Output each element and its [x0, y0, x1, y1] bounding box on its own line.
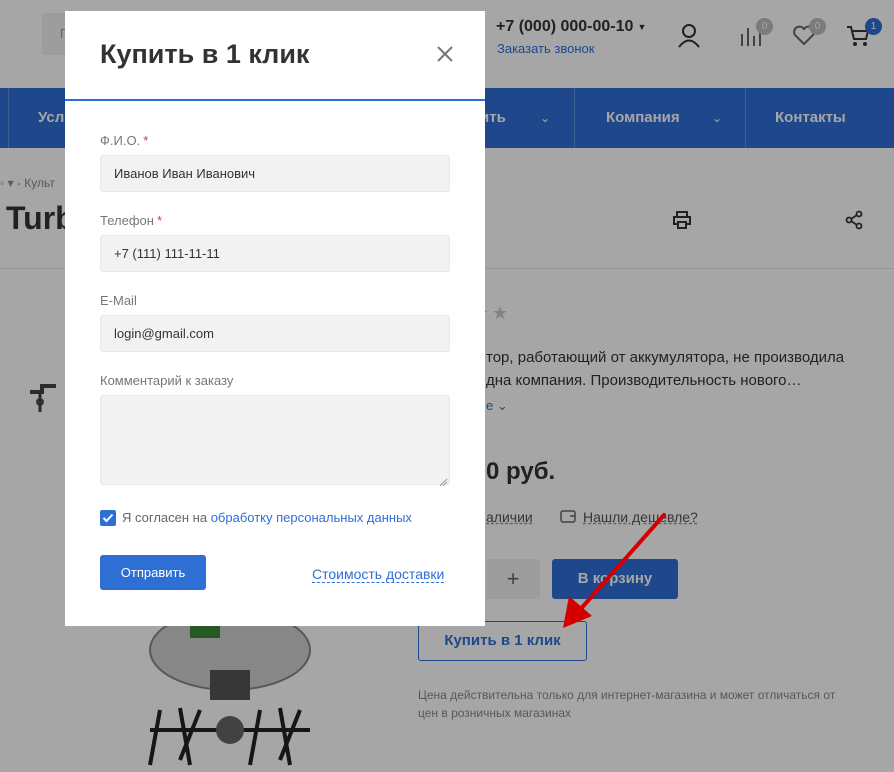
name-label-text: Ф.И.О. — [100, 133, 141, 148]
phone-label: Телефон * — [100, 213, 162, 228]
modal-title: Купить в 1 клик — [100, 39, 310, 69]
phone-label-text: Телефон — [100, 213, 154, 228]
submit-button[interactable]: Отправить — [100, 555, 206, 590]
email-field[interactable]: login@gmail.com — [100, 315, 450, 352]
comment-label: Комментарий к заказу — [100, 373, 234, 388]
consent-text: Я согласен на обработку персональных дан… — [122, 510, 412, 525]
close-icon[interactable] — [433, 42, 457, 66]
modal-header: Купить в 1 клик — [65, 11, 485, 101]
email-label: E-Mail — [100, 293, 137, 308]
resize-grip-icon[interactable] — [439, 474, 448, 487]
comment-textarea[interactable] — [100, 395, 450, 485]
consent-checkbox[interactable] — [100, 510, 116, 526]
buy-one-click-modal: Купить в 1 клик Ф.И.О. * Иванов Иван Иван… — [65, 11, 485, 626]
privacy-policy-link[interactable]: обработку персональных данных — [211, 510, 412, 525]
consent-label: Я согласен на — [122, 510, 211, 525]
name-label: Ф.И.О. * — [100, 133, 148, 148]
required-mark: * — [156, 213, 162, 228]
phone-field[interactable]: +7 (111) 111-11-11 — [100, 235, 450, 272]
name-field[interactable]: Иванов Иван Иванович — [100, 155, 450, 192]
required-mark: * — [143, 133, 149, 148]
delivery-cost-link[interactable]: Стоимость доставки — [312, 566, 445, 583]
